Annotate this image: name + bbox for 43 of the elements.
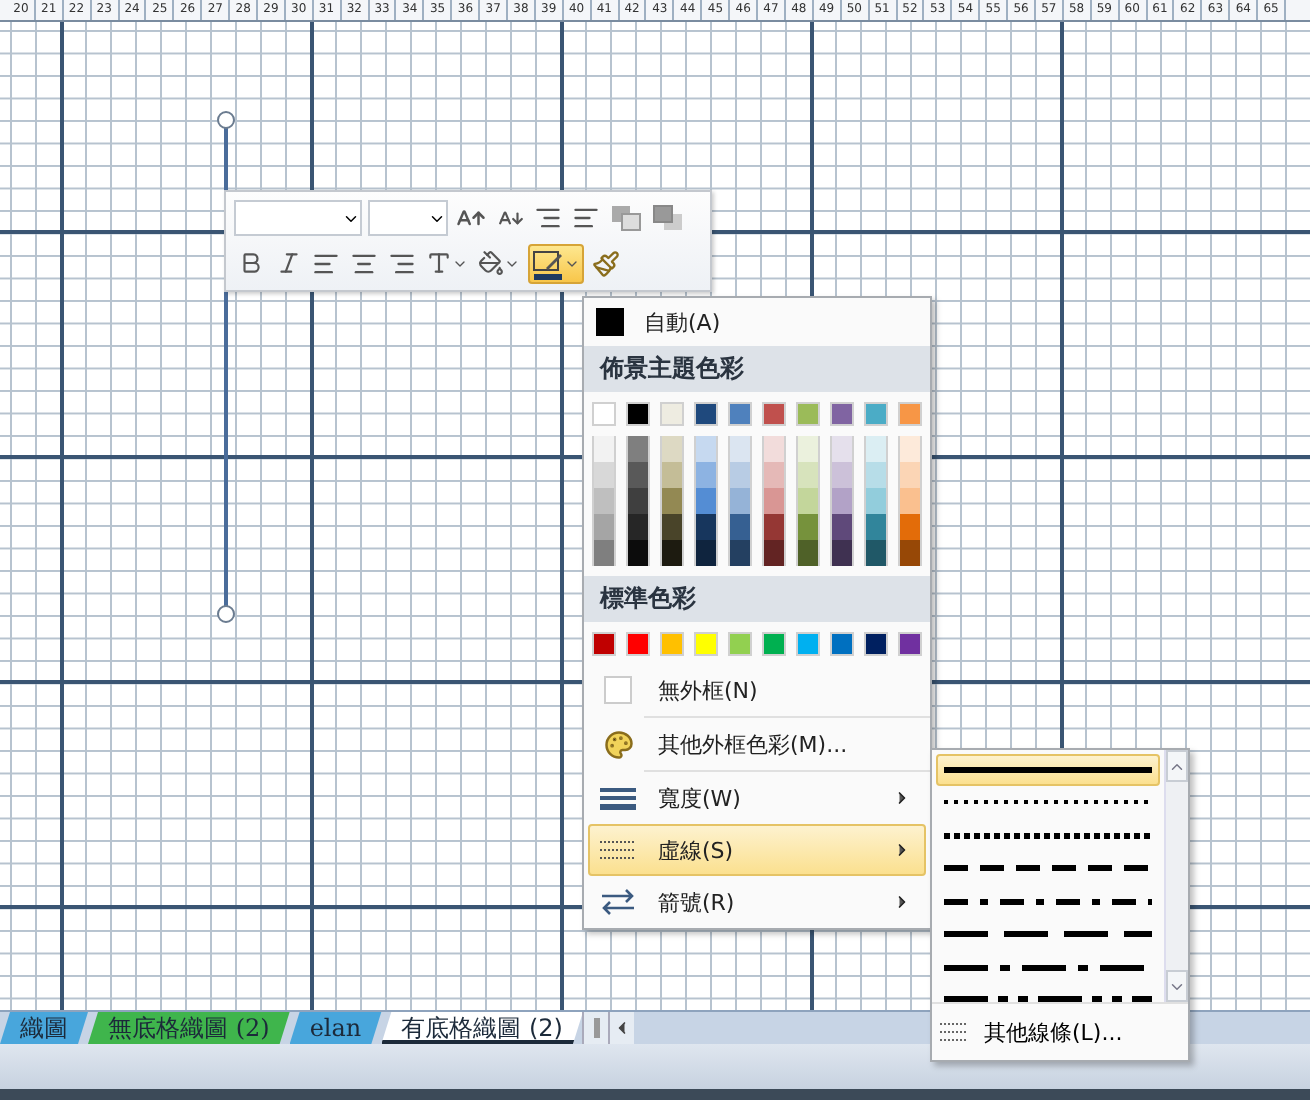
sheet-tab[interactable]: 無底格織圖 (2) — [88, 1012, 290, 1044]
indent-icon — [534, 204, 562, 233]
align-center-icon — [350, 249, 378, 278]
palette-icon — [603, 729, 633, 759]
font-color-icon — [426, 250, 452, 277]
menu-item[interactable]: 虛線(S) — [588, 824, 926, 876]
menu-item[interactable]: 箭號(R) — [588, 876, 926, 928]
scroll-left-button[interactable] — [608, 1012, 635, 1044]
layers-icon — [652, 204, 684, 233]
menu-item[interactable]: 無外框(N) — [588, 664, 926, 716]
color-swatch[interactable] — [596, 308, 624, 336]
scrollbar[interactable] — [1164, 750, 1188, 1002]
scroll-down-button[interactable] — [1166, 970, 1188, 1002]
indent-icon — [572, 204, 600, 233]
sheet-tab[interactable]: elan — [289, 1012, 382, 1044]
line-color-button[interactable] — [528, 243, 584, 284]
pencil-line-icon — [532, 247, 564, 280]
dashed-lines-icon — [940, 1020, 968, 1044]
menu-item[interactable]: 其他線條(L)... — [932, 1002, 1188, 1060]
menu-item[interactable]: 其他外框色彩(M)... — [588, 718, 926, 770]
align-left-icon — [312, 249, 340, 278]
dash-style-option[interactable] — [936, 754, 1160, 785]
arrows-icon — [600, 888, 636, 916]
scroll-up-button[interactable] — [1166, 750, 1188, 782]
paintbrush-icon — [592, 249, 620, 278]
line-weight-icon — [600, 786, 636, 810]
paint-bucket-icon — [478, 250, 504, 277]
sheet-tab[interactable]: 有底格織圖 (2) — [381, 1012, 583, 1044]
grip-icon — [593, 1018, 600, 1038]
sheet-tab[interactable]: 織圖 — [0, 1012, 88, 1044]
italic-icon — [275, 250, 301, 277]
menu-item[interactable]: 寬度(W) — [588, 772, 926, 824]
empty-swatch-icon — [604, 676, 632, 704]
section-heading: 標準色彩 — [584, 576, 930, 622]
tab-split-handle[interactable] — [582, 1012, 609, 1044]
font-name-field[interactable] — [234, 200, 362, 237]
layers-icon — [610, 204, 642, 233]
font-size-field[interactable] — [368, 200, 448, 237]
bold-icon — [237, 250, 263, 277]
section-heading: 佈景主題色彩 — [584, 346, 930, 392]
dashed-lines-icon — [600, 838, 636, 862]
menu-item[interactable]: 自動(A) — [644, 307, 721, 337]
align-right-icon — [388, 249, 416, 278]
